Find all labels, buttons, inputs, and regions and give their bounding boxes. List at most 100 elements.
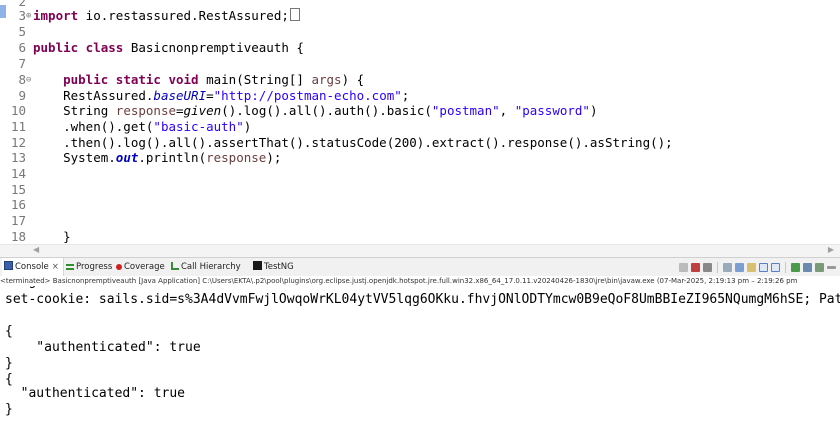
line-number: 16 <box>10 197 26 212</box>
code-text: String response=given().log().all().auth… <box>33 103 597 119</box>
console-line: "authenticated": true <box>5 386 186 401</box>
editor-horizontal-scrollbar[interactable]: ◀ ▶ <box>0 244 840 257</box>
code-text: import io.restassured.RestAssured; <box>33 8 300 24</box>
code-line[interactable]: 11 .when().get("basic-auth") <box>0 119 840 135</box>
scroll-lock-icon[interactable] <box>735 262 744 272</box>
code-line[interactable]: 3 ⊕ import io.restassured.RestAssured; <box>0 8 840 24</box>
code-line[interactable]: 6 public class Basicnonpremptiveauth { <box>0 40 840 56</box>
code-token: ().log().all().auth().basic( <box>221 103 432 118</box>
console-status-line: <terminated> Basicnonpremptiveauth [Java… <box>0 276 840 286</box>
code-line[interactable]: 13 System.out.println(response); <box>0 150 840 166</box>
code-token: = <box>206 88 214 103</box>
code-token: baseURI <box>153 88 207 103</box>
code-line[interactable]: 15 <box>0 182 840 198</box>
code-token: public static void <box>63 72 199 87</box>
tab-call-hierarchy[interactable]: Call Hierarchy <box>171 258 241 276</box>
code-line[interactable]: 17 <box>0 213 840 229</box>
code-editor[interactable]: 2 3 ⊕ import io.restassured.RestAssured; 5 6 p… <box>0 0 840 248</box>
code-token: out <box>115 150 139 165</box>
tab-console[interactable]: Console × <box>2 258 64 276</box>
code-token: , <box>499 103 515 118</box>
pin-console-icon[interactable] <box>791 262 800 272</box>
open-console-icon[interactable] <box>815 262 824 272</box>
toolbar-divider <box>717 261 718 273</box>
line-number: 3 <box>18 8 26 23</box>
tab-call-hierarchy-label: Call Hierarchy <box>181 262 241 272</box>
code-text: System.out.println(response); <box>33 150 281 166</box>
code-token: public class <box>33 40 124 55</box>
collapsed-region-icon[interactable] <box>289 8 300 21</box>
console-toolbar <box>679 258 836 276</box>
code-token: "postman" <box>431 103 500 118</box>
call-hierarchy-icon <box>171 262 179 270</box>
console-output[interactable]: ETag: W/"10-0G4RRFrI0W+/JHhFJ1OFROVIHOY"… <box>0 280 840 430</box>
code-token: response <box>206 150 267 165</box>
console-line: set-cookie: sails.sid=s%3A4dVvmFwjlOwqoW… <box>5 292 840 307</box>
code-token: "password" <box>514 103 590 118</box>
code-token: ); <box>266 150 282 165</box>
tab-coverage[interactable]: Coverage <box>116 258 165 276</box>
testng-icon <box>253 261 262 270</box>
console-line: { <box>5 324 13 339</box>
code-text: public static void main(String[] args) { <box>33 72 364 88</box>
fold-toggle-icon[interactable]: ⊖ <box>26 72 32 88</box>
close-icon[interactable]: × <box>52 262 59 272</box>
code-text: .when().get("basic-auth") <box>33 119 251 135</box>
clear-console-icon[interactable] <box>723 262 732 272</box>
code-token: main(String[] <box>198 72 312 87</box>
code-token: RestAssured. <box>33 88 154 103</box>
code-token: response <box>115 103 177 118</box>
minimize-icon[interactable] <box>827 265 836 269</box>
code-token: ) <box>243 119 252 134</box>
code-line[interactable]: 12 .then().log().all().assertThat().stat… <box>0 135 840 151</box>
remove-launch-icon[interactable] <box>691 262 700 272</box>
tab-coverage-label: Coverage <box>124 262 165 272</box>
tab-progress[interactable]: Progress <box>66 258 112 276</box>
line-number: 15 <box>10 182 26 197</box>
code-token: .then().log().all().assertThat().statusC… <box>33 135 673 150</box>
line-number: 17 <box>10 213 26 228</box>
line-number: 10 <box>10 103 26 118</box>
code-text: RestAssured.baseURI="http://postman-echo… <box>33 88 409 104</box>
code-token: .println( <box>138 150 207 165</box>
code-token: = <box>176 103 184 118</box>
show-on-stderr-icon[interactable] <box>771 262 780 272</box>
console-line: } <box>5 402 13 417</box>
code-line[interactable]: 10 String response=given().log().all().a… <box>0 103 840 119</box>
code-line[interactable]: 8 ⊖ public static void main(String[] args… <box>0 72 840 88</box>
code-token: .when().get( <box>33 119 154 134</box>
line-number: 6 <box>18 40 26 55</box>
show-on-stdout-icon[interactable] <box>759 262 768 272</box>
code-line[interactable]: 5 <box>0 24 840 40</box>
console-tab-bar: Console × Progress Coverage Call Hierarch… <box>0 257 840 277</box>
word-wrap-icon[interactable] <box>747 262 756 272</box>
progress-icon <box>66 264 74 270</box>
code-token: "http://postman-echo.com" <box>213 88 402 103</box>
code-token: ) { <box>341 72 365 87</box>
console-line: "authenticated": true <box>5 340 201 355</box>
fold-toggle-icon[interactable]: ⊕ <box>26 8 32 24</box>
remove-all-icon[interactable] <box>703 262 712 272</box>
code-token: args <box>311 72 342 87</box>
scroll-right-icon[interactable]: ▶ <box>828 245 834 254</box>
display-console-icon[interactable] <box>803 262 812 272</box>
tab-progress-label: Progress <box>76 262 113 272</box>
scroll-left-icon[interactable]: ◀ <box>33 245 39 254</box>
code-token: System. <box>33 150 116 165</box>
line-number: 5 <box>18 24 26 39</box>
code-line[interactable]: 9 RestAssured.baseURI="http://postman-ec… <box>0 88 840 104</box>
console-icon <box>4 261 13 270</box>
tab-console-label: Console <box>15 262 49 272</box>
code-line[interactable]: 16 <box>0 197 840 213</box>
code-line[interactable]: 7 <box>0 56 840 72</box>
line-number: 8 <box>18 72 26 87</box>
tab-testng[interactable]: TestNG <box>253 258 294 276</box>
code-token: io.restassured.RestAssured; <box>78 8 289 23</box>
code-line[interactable]: 14 <box>0 166 840 182</box>
coverage-icon <box>116 264 122 270</box>
terminate-icon[interactable] <box>679 262 688 272</box>
line-number: 9 <box>18 88 26 103</box>
code-token: import <box>33 8 79 23</box>
tab-testng-label: TestNG <box>264 262 294 272</box>
